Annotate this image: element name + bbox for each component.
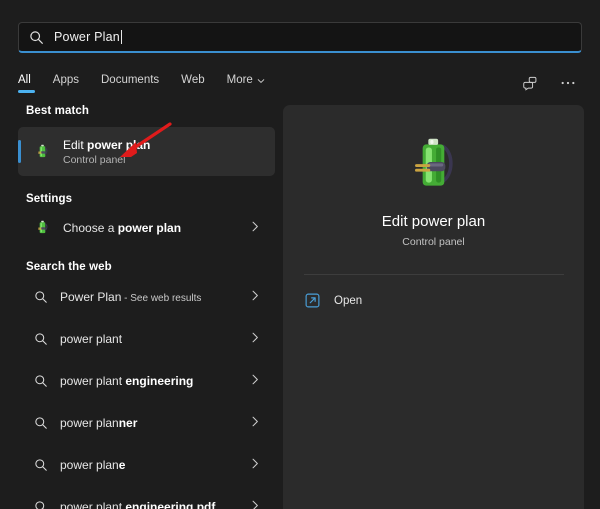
search-input-value: Power Plan: [54, 30, 120, 44]
chevron-right-icon: [251, 372, 259, 390]
web-item-0[interactable]: Power Plan - See web results: [18, 280, 275, 313]
open-external-icon: [305, 293, 320, 308]
web-item-label: Power Plan - See web results: [60, 290, 201, 304]
web-item-label: power plant engineering: [60, 374, 193, 388]
results-column: Best match Edit power plan Control panel: [0, 105, 283, 509]
web-item-label-prefix: power plant: [60, 331, 123, 346]
preview-title: Edit power plan: [381, 213, 486, 230]
web-item-label-bold: engineering: [125, 373, 194, 388]
search-icon: [34, 458, 48, 472]
search-flyout: Power Plan All Apps Documents Web More B…: [0, 0, 600, 509]
tab-apps-label: Apps: [52, 73, 79, 86]
preview-divider: [303, 274, 564, 275]
battery-power-icon: [34, 143, 51, 160]
search-input[interactable]: Power Plan: [18, 22, 582, 53]
chevron-right-icon: [251, 330, 259, 348]
best-match-title: Edit power plan: [63, 138, 150, 152]
settings-item-label: Choose a power plan: [63, 221, 181, 235]
web-item-label: power planner: [60, 416, 137, 430]
preview-subtitle: Control panel: [402, 236, 465, 248]
chevron-right-icon: [251, 456, 259, 474]
settings-item-label-bold: power plan: [117, 220, 182, 235]
tab-web[interactable]: Web: [181, 74, 204, 93]
tab-apps[interactable]: Apps: [53, 74, 79, 93]
search-icon: [34, 500, 48, 509]
web-item-label: power plant: [60, 332, 122, 346]
chevron-right-icon: [251, 414, 259, 432]
section-header-settings: Settings: [26, 193, 73, 205]
best-match-title-prefix: Edit: [63, 137, 88, 152]
web-item-label-prefix: power plan: [60, 415, 119, 430]
chevron-right-icon: [251, 498, 259, 509]
feedback-icon[interactable]: [523, 76, 538, 91]
search-icon: [29, 30, 44, 45]
open-button[interactable]: Open: [305, 293, 362, 308]
web-item-label-prefix: power plant: [60, 373, 126, 388]
search-icon: [34, 374, 48, 388]
web-item-label: power plant engineering pdf: [60, 500, 215, 509]
web-item-label-bold: engineering pdf: [125, 499, 216, 509]
filter-tabs: All Apps Documents Web More: [18, 68, 582, 98]
chevron-right-icon: [251, 219, 259, 237]
battery-power-icon: [34, 219, 51, 236]
section-header-best-match: Best match: [26, 105, 89, 117]
tab-all[interactable]: All: [18, 73, 35, 93]
web-item-label-prefix: power plant: [60, 499, 126, 509]
more-options-icon[interactable]: [560, 80, 576, 86]
web-item-label-prefix: power plan: [60, 457, 119, 472]
preview-panel: Edit power plan Control panel Open: [283, 105, 584, 509]
tab-web-label: Web: [181, 73, 205, 86]
best-match-item[interactable]: Edit power plan Control panel: [18, 127, 275, 176]
tab-all-label: All: [18, 73, 31, 86]
web-item-2[interactable]: power plant engineering: [18, 364, 275, 397]
tab-documents-label: Documents: [101, 73, 160, 86]
web-item-3[interactable]: power planner: [18, 406, 275, 439]
web-item-1[interactable]: power plant: [18, 322, 275, 355]
web-item-label-prefix: Power Plan: [60, 289, 122, 304]
web-item-label-suffix: - See web results: [121, 292, 202, 304]
web-item-label-bold: e: [118, 457, 126, 472]
web-item-label-bold: ner: [118, 415, 138, 430]
chevron-down-icon: [257, 76, 265, 84]
best-match-title-bold: power plan: [87, 137, 151, 152]
search-icon: [34, 332, 48, 346]
web-item-label: power plane: [60, 458, 125, 472]
web-item-5[interactable]: power plant engineering pdf: [18, 490, 275, 509]
search-icon: [34, 416, 48, 430]
text-caret: [120, 30, 122, 44]
settings-item-label-prefix: Choose a: [63, 220, 118, 235]
best-match-texts: Edit power plan Control panel: [63, 138, 150, 166]
chevron-right-icon: [251, 288, 259, 306]
search-icon: [34, 290, 48, 304]
tab-documents[interactable]: Documents: [101, 74, 159, 93]
web-item-4[interactable]: power plane: [18, 448, 275, 481]
tab-more-label: More: [226, 73, 253, 86]
tab-more[interactable]: More: [227, 74, 265, 93]
section-header-search-the-web: Search the web: [26, 261, 112, 273]
best-match-subtitle: Control panel: [63, 153, 126, 166]
open-label: Open: [334, 294, 363, 307]
battery-power-icon: [401, 131, 467, 197]
settings-item-choose-power-plan[interactable]: Choose a power plan: [18, 211, 275, 244]
